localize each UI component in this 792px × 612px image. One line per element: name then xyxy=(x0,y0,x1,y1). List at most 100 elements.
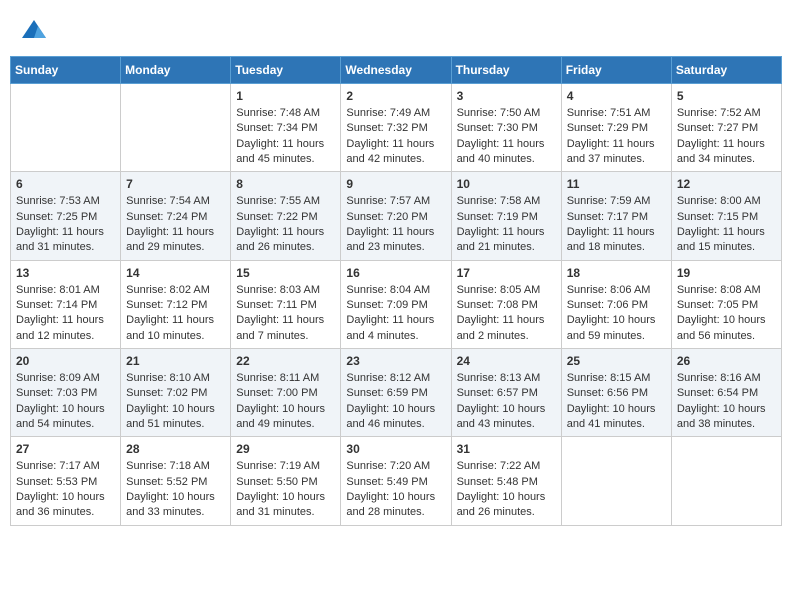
day-info: Daylight: 11 hours and 37 minutes. xyxy=(567,138,655,165)
day-info: Sunrise: 7:59 AM xyxy=(567,195,651,207)
day-info: Sunset: 7:00 PM xyxy=(236,387,317,399)
day-info: Sunset: 7:27 PM xyxy=(677,122,758,134)
day-info: Sunrise: 8:06 AM xyxy=(567,284,651,296)
day-number: 27 xyxy=(16,441,115,458)
week-row-5: 27Sunrise: 7:17 AMSunset: 5:53 PMDayligh… xyxy=(11,437,782,525)
header-saturday: Saturday xyxy=(671,57,781,84)
day-info: Daylight: 11 hours and 40 minutes. xyxy=(457,138,545,165)
day-info: Daylight: 11 hours and 23 minutes. xyxy=(346,226,434,253)
day-info: Sunrise: 8:01 AM xyxy=(16,284,100,296)
day-info: Daylight: 11 hours and 12 minutes. xyxy=(16,314,104,341)
day-number: 29 xyxy=(236,441,335,458)
day-info: Sunset: 7:19 PM xyxy=(457,211,538,223)
day-cell: 8Sunrise: 7:55 AMSunset: 7:22 PMDaylight… xyxy=(231,172,341,260)
day-cell: 11Sunrise: 7:59 AMSunset: 7:17 PMDayligh… xyxy=(561,172,671,260)
day-info: Sunset: 7:11 PM xyxy=(236,299,317,311)
header-thursday: Thursday xyxy=(451,57,561,84)
day-info: Sunset: 7:06 PM xyxy=(567,299,648,311)
day-info: Daylight: 11 hours and 2 minutes. xyxy=(457,314,545,341)
day-number: 25 xyxy=(567,353,666,370)
day-info: Sunrise: 8:08 AM xyxy=(677,284,761,296)
day-info: Sunset: 7:17 PM xyxy=(567,211,648,223)
day-cell: 26Sunrise: 8:16 AMSunset: 6:54 PMDayligh… xyxy=(671,349,781,437)
day-cell: 29Sunrise: 7:19 AMSunset: 5:50 PMDayligh… xyxy=(231,437,341,525)
day-number: 31 xyxy=(457,441,556,458)
day-cell: 20Sunrise: 8:09 AMSunset: 7:03 PMDayligh… xyxy=(11,349,121,437)
day-info: Sunset: 5:49 PM xyxy=(346,476,427,488)
day-info: Daylight: 10 hours and 43 minutes. xyxy=(457,403,546,430)
day-info: Sunset: 7:03 PM xyxy=(16,387,97,399)
day-info: Sunset: 5:48 PM xyxy=(457,476,538,488)
day-info: Sunrise: 7:58 AM xyxy=(457,195,541,207)
day-cell: 24Sunrise: 8:13 AMSunset: 6:57 PMDayligh… xyxy=(451,349,561,437)
day-number: 22 xyxy=(236,353,335,370)
day-info: Sunrise: 8:03 AM xyxy=(236,284,320,296)
day-info: Sunset: 7:02 PM xyxy=(126,387,207,399)
day-info: Daylight: 10 hours and 28 minutes. xyxy=(346,491,435,518)
day-info: Daylight: 10 hours and 54 minutes. xyxy=(16,403,105,430)
day-cell: 3Sunrise: 7:50 AMSunset: 7:30 PMDaylight… xyxy=(451,84,561,172)
day-cell: 30Sunrise: 7:20 AMSunset: 5:49 PMDayligh… xyxy=(341,437,451,525)
day-info: Sunset: 7:20 PM xyxy=(346,211,427,223)
day-cell: 7Sunrise: 7:54 AMSunset: 7:24 PMDaylight… xyxy=(121,172,231,260)
day-info: Sunset: 6:54 PM xyxy=(677,387,758,399)
day-number: 5 xyxy=(677,88,776,105)
week-row-4: 20Sunrise: 8:09 AMSunset: 7:03 PMDayligh… xyxy=(11,349,782,437)
day-info: Daylight: 11 hours and 45 minutes. xyxy=(236,138,324,165)
day-number: 6 xyxy=(16,176,115,193)
day-info: Daylight: 11 hours and 10 minutes. xyxy=(126,314,214,341)
day-info: Daylight: 10 hours and 56 minutes. xyxy=(677,314,766,341)
day-cell: 17Sunrise: 8:05 AMSunset: 7:08 PMDayligh… xyxy=(451,260,561,348)
day-info: Sunset: 6:59 PM xyxy=(346,387,427,399)
day-info: Sunrise: 7:55 AM xyxy=(236,195,320,207)
day-cell: 23Sunrise: 8:12 AMSunset: 6:59 PMDayligh… xyxy=(341,349,451,437)
day-info: Sunrise: 7:49 AM xyxy=(346,107,430,119)
day-info: Daylight: 11 hours and 15 minutes. xyxy=(677,226,765,253)
day-number: 4 xyxy=(567,88,666,105)
day-info: Sunset: 7:29 PM xyxy=(567,122,648,134)
day-cell xyxy=(561,437,671,525)
day-number: 20 xyxy=(16,353,115,370)
day-info: Sunset: 7:08 PM xyxy=(457,299,538,311)
week-row-2: 6Sunrise: 7:53 AMSunset: 7:25 PMDaylight… xyxy=(11,172,782,260)
day-number: 2 xyxy=(346,88,445,105)
day-info: Sunset: 7:05 PM xyxy=(677,299,758,311)
day-info: Sunset: 6:57 PM xyxy=(457,387,538,399)
day-info: Sunset: 7:15 PM xyxy=(677,211,758,223)
day-info: Sunrise: 7:20 AM xyxy=(346,460,430,472)
day-info: Sunrise: 7:51 AM xyxy=(567,107,651,119)
day-info: Sunset: 6:56 PM xyxy=(567,387,648,399)
day-number: 10 xyxy=(457,176,556,193)
day-info: Sunset: 7:09 PM xyxy=(346,299,427,311)
day-info: Sunset: 7:14 PM xyxy=(16,299,97,311)
day-cell: 2Sunrise: 7:49 AMSunset: 7:32 PMDaylight… xyxy=(341,84,451,172)
day-info: Sunrise: 7:18 AM xyxy=(126,460,210,472)
calendar-table: SundayMondayTuesdayWednesdayThursdayFrid… xyxy=(10,56,782,526)
day-number: 15 xyxy=(236,265,335,282)
day-number: 13 xyxy=(16,265,115,282)
day-number: 16 xyxy=(346,265,445,282)
day-info: Daylight: 11 hours and 4 minutes. xyxy=(346,314,434,341)
day-cell: 1Sunrise: 7:48 AMSunset: 7:34 PMDaylight… xyxy=(231,84,341,172)
header-sunday: Sunday xyxy=(11,57,121,84)
day-cell: 18Sunrise: 8:06 AMSunset: 7:06 PMDayligh… xyxy=(561,260,671,348)
day-info: Daylight: 11 hours and 29 minutes. xyxy=(126,226,214,253)
day-number: 11 xyxy=(567,176,666,193)
day-info: Sunrise: 7:19 AM xyxy=(236,460,320,472)
day-info: Daylight: 10 hours and 26 minutes. xyxy=(457,491,546,518)
day-info: Sunrise: 7:22 AM xyxy=(457,460,541,472)
day-number: 3 xyxy=(457,88,556,105)
day-number: 7 xyxy=(126,176,225,193)
day-info: Daylight: 11 hours and 31 minutes. xyxy=(16,226,104,253)
day-info: Sunrise: 7:52 AM xyxy=(677,107,761,119)
day-info: Sunset: 7:32 PM xyxy=(346,122,427,134)
day-info: Sunrise: 7:17 AM xyxy=(16,460,100,472)
day-info: Sunset: 7:30 PM xyxy=(457,122,538,134)
day-number: 9 xyxy=(346,176,445,193)
day-info: Sunset: 7:34 PM xyxy=(236,122,317,134)
day-info: Sunrise: 8:13 AM xyxy=(457,372,541,384)
day-info: Daylight: 10 hours and 38 minutes. xyxy=(677,403,766,430)
day-info: Sunset: 7:24 PM xyxy=(126,211,207,223)
day-info: Daylight: 11 hours and 34 minutes. xyxy=(677,138,765,165)
day-info: Daylight: 10 hours and 33 minutes. xyxy=(126,491,215,518)
